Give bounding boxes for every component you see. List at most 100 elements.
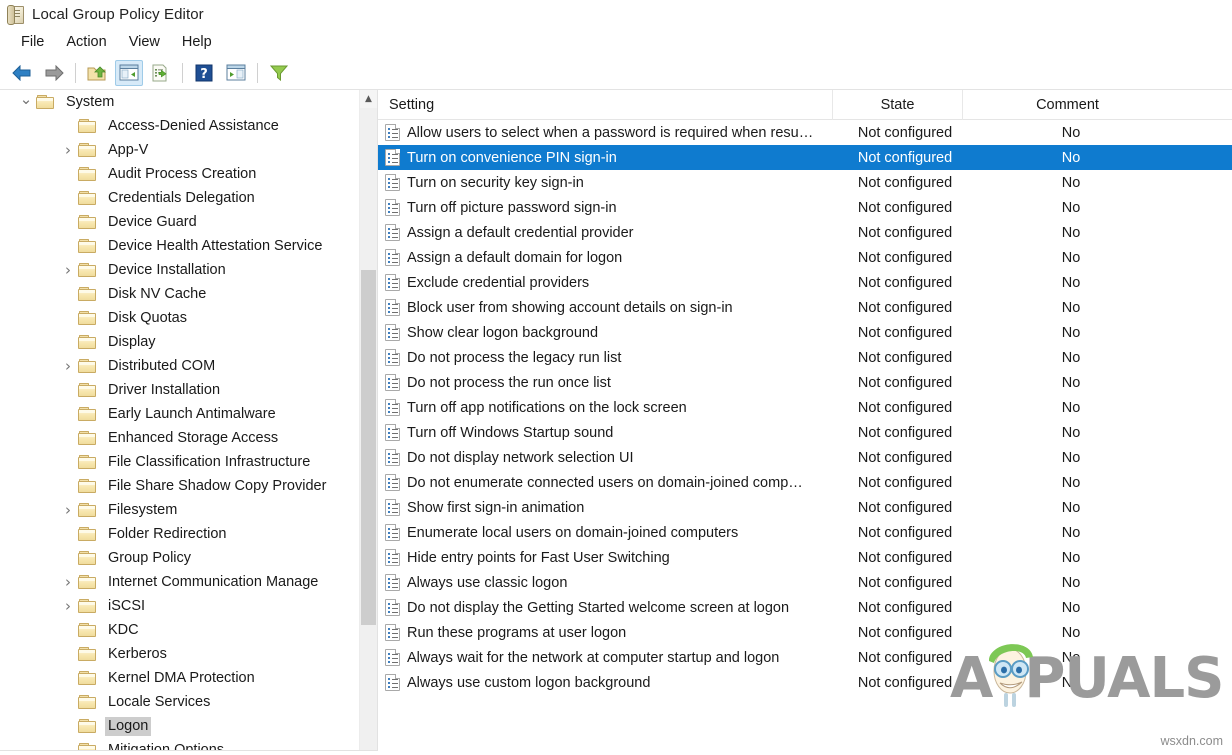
tree-item[interactable]: Audit Process Creation	[0, 162, 357, 186]
setting-state-cell: Not configured	[840, 675, 970, 691]
folder-icon	[78, 262, 98, 278]
settings-row[interactable]: Allow users to select when a password is…	[378, 120, 1232, 145]
chevron-right-icon[interactable]: ›	[58, 575, 78, 590]
chevron-right-icon[interactable]: ›	[58, 359, 78, 374]
setting-comment-cell: No	[970, 625, 1232, 641]
settings-row[interactable]: Block user from showing account details …	[378, 295, 1232, 320]
help-button[interactable]: ?	[190, 60, 218, 86]
folder-icon	[78, 166, 98, 182]
back-button[interactable]	[8, 60, 36, 86]
menu-action[interactable]: Action	[55, 31, 117, 53]
setting-name-cell: Do not enumerate connected users on doma…	[407, 475, 840, 491]
tree-item[interactable]: ›Distributed COM	[0, 354, 357, 378]
settings-row[interactable]: Do not process the legacy run listNot co…	[378, 345, 1232, 370]
tree-item[interactable]: Group Policy	[0, 546, 357, 570]
settings-row[interactable]: Assign a default domain for logonNot con…	[378, 245, 1232, 270]
tree-item-label: Internet Communication Manage	[105, 573, 321, 592]
menu-file[interactable]: File	[10, 31, 55, 53]
menu-view[interactable]: View	[118, 31, 171, 53]
tree-item[interactable]: Disk NV Cache	[0, 282, 357, 306]
setting-state-cell: Not configured	[840, 550, 970, 566]
show-hide-tree-button[interactable]	[115, 60, 143, 86]
settings-row[interactable]: Assign a default credential providerNot …	[378, 220, 1232, 245]
scroll-up-arrow[interactable]: ▲	[360, 90, 377, 108]
column-header-state[interactable]: State	[833, 90, 963, 120]
tree-item[interactable]: Display	[0, 330, 357, 354]
tree-item[interactable]: ›iSCSI	[0, 594, 357, 618]
setting-comment-cell: No	[970, 550, 1232, 566]
settings-row[interactable]: Do not process the run once listNot conf…	[378, 370, 1232, 395]
chevron-right-icon[interactable]: ›	[58, 143, 78, 158]
tree-item[interactable]: File Share Shadow Copy Provider	[0, 474, 357, 498]
folder-icon	[78, 358, 98, 374]
setting-comment-cell: No	[970, 450, 1232, 466]
tree-item[interactable]: Kerberos	[0, 642, 357, 666]
forward-button[interactable]	[40, 60, 68, 86]
tree-item[interactable]: Locale Services	[0, 690, 357, 714]
setting-name-cell: Do not display the Getting Started welco…	[407, 600, 840, 616]
settings-row[interactable]: Always use custom logon backgroundNot co…	[378, 670, 1232, 695]
tree-item[interactable]: ⌄System	[0, 90, 357, 114]
settings-row[interactable]: Hide entry points for Fast User Switchin…	[378, 545, 1232, 570]
tree-item[interactable]: Disk Quotas	[0, 306, 357, 330]
policy-setting-icon	[385, 424, 400, 441]
tree-item[interactable]: Driver Installation	[0, 378, 357, 402]
tree-item[interactable]: Folder Redirection	[0, 522, 357, 546]
settings-row[interactable]: Always wait for the network at computer …	[378, 645, 1232, 670]
tree-item[interactable]: Enhanced Storage Access	[0, 426, 357, 450]
tree-item[interactable]: KDC	[0, 618, 357, 642]
settings-row[interactable]: Turn on security key sign-inNot configur…	[378, 170, 1232, 195]
export-list-button[interactable]	[147, 60, 175, 86]
setting-name-cell: Always use classic logon	[407, 575, 840, 591]
settings-row[interactable]: Turn off picture password sign-inNot con…	[378, 195, 1232, 220]
settings-row[interactable]: Do not display the Getting Started welco…	[378, 595, 1232, 620]
tree-item[interactable]: Mitigation Options	[0, 738, 357, 750]
tree-item[interactable]: Early Launch Antimalware	[0, 402, 357, 426]
tree-item-label: Filesystem	[105, 501, 180, 520]
settings-row[interactable]: Do not enumerate connected users on doma…	[378, 470, 1232, 495]
settings-row[interactable]: Turn off app notifications on the lock s…	[378, 395, 1232, 420]
show-action-pane-button[interactable]	[222, 60, 250, 86]
setting-state-cell: Not configured	[840, 400, 970, 416]
tree-item[interactable]: › Device Installation	[0, 258, 357, 282]
tree-list[interactable]: ⌄SystemAccess-Denied Assistance›App-VAud…	[0, 90, 357, 750]
column-header-setting[interactable]: Setting	[378, 90, 833, 120]
settings-row[interactable]: Show first sign-in animationNot configur…	[378, 495, 1232, 520]
settings-row[interactable]: Turn on convenience PIN sign-inNot confi…	[378, 145, 1232, 170]
settings-row[interactable]: Do not display network selection UINot c…	[378, 445, 1232, 470]
tree-item[interactable]: ›App-V	[0, 138, 357, 162]
settings-row[interactable]: Show clear logon backgroundNot configure…	[378, 320, 1232, 345]
left-arrow-icon	[12, 65, 32, 81]
tree-item[interactable]: Device Health Attestation Service	[0, 234, 357, 258]
settings-row[interactable]: Turn off Windows Startup soundNot config…	[378, 420, 1232, 445]
policy-setting-icon	[385, 399, 400, 416]
chevron-right-icon[interactable]: ›	[58, 599, 78, 614]
tree-item[interactable]: › Internet Communication Manage	[0, 570, 357, 594]
tree-item-label: Device Installation	[105, 261, 229, 280]
settings-row[interactable]: Run these programs at user logonNot conf…	[378, 620, 1232, 645]
setting-state-cell: Not configured	[840, 350, 970, 366]
tree-item[interactable]: › Filesystem	[0, 498, 357, 522]
scroll-thumb[interactable]	[361, 270, 376, 625]
tree-item[interactable]: Device Guard	[0, 210, 357, 234]
settings-row[interactable]: Always use classic logonNot configuredNo	[378, 570, 1232, 595]
folder-icon	[78, 286, 98, 302]
setting-comment-cell: No	[970, 325, 1232, 341]
setting-comment-cell: No	[970, 350, 1232, 366]
chevron-right-icon[interactable]: ›	[58, 503, 78, 518]
tree-item[interactable]: Access-Denied Assistance	[0, 114, 357, 138]
menu-help[interactable]: Help	[171, 31, 223, 53]
tree-item[interactable]: File Classification Infrastructure	[0, 450, 357, 474]
settings-row[interactable]: Enumerate local users on domain-joined c…	[378, 520, 1232, 545]
chevron-right-icon[interactable]: ›	[58, 263, 78, 278]
tree-scrollbar[interactable]: ▲	[359, 90, 377, 750]
chevron-down-icon[interactable]: ⌄	[16, 92, 36, 107]
up-one-level-button[interactable]	[83, 60, 111, 86]
setting-state-cell: Not configured	[840, 225, 970, 241]
settings-row[interactable]: Exclude credential providersNot configur…	[378, 270, 1232, 295]
tree-item[interactable]: Kernel DMA Protection	[0, 666, 357, 690]
tree-item[interactable]: Credentials Delegation	[0, 186, 357, 210]
column-header-comment[interactable]: Comment	[963, 90, 1232, 120]
tree-item[interactable]: Logon	[0, 714, 357, 738]
filter-button[interactable]	[265, 60, 293, 86]
